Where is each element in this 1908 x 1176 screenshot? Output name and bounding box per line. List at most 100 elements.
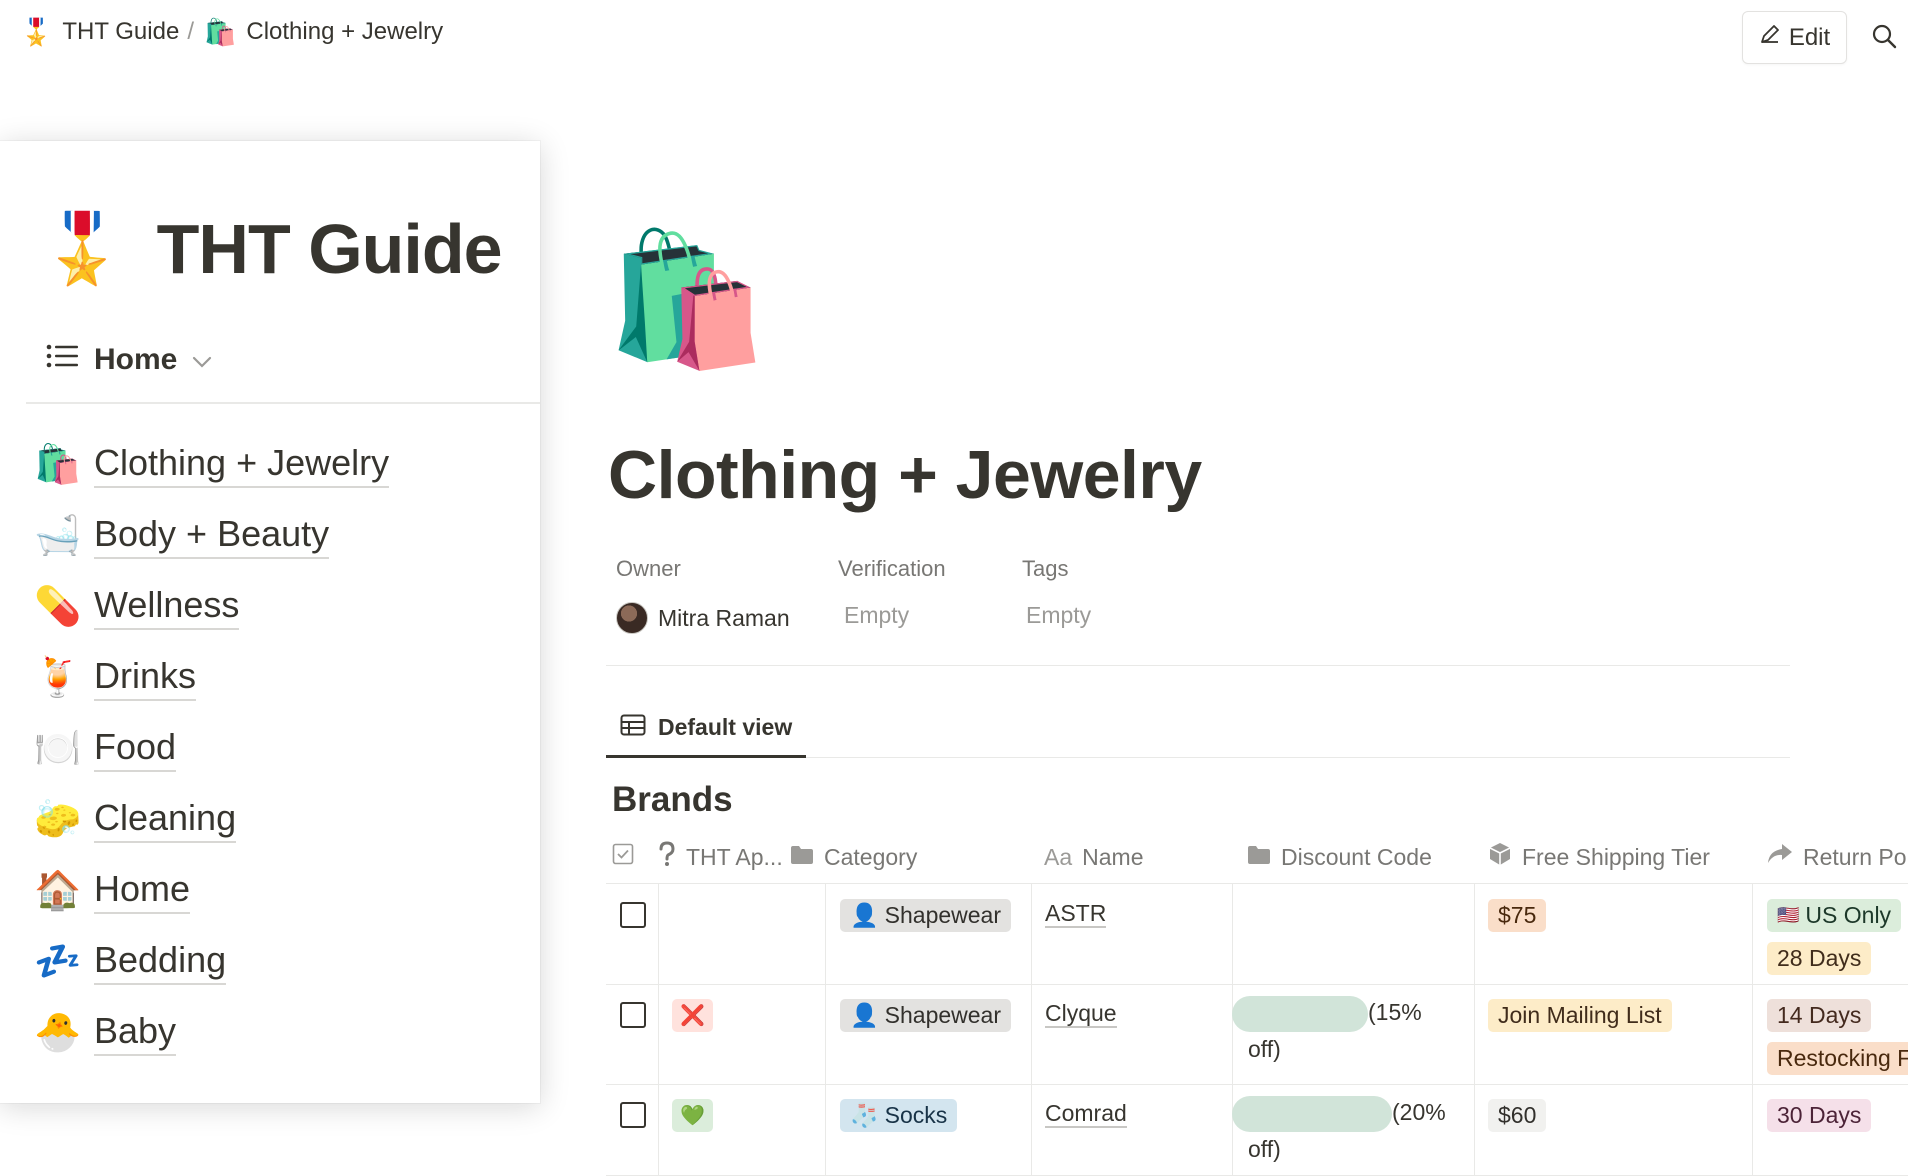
- approval-tag[interactable]: 💚: [672, 1099, 713, 1132]
- return-tag[interactable]: 🇺🇸 US Only: [1767, 899, 1902, 932]
- sidebar-item-label: Food: [94, 726, 177, 772]
- sidebar-item-cleaning[interactable]: 🧽 Cleaning: [34, 784, 389, 855]
- folder-icon: [1247, 844, 1271, 871]
- column-header-discount-code[interactable]: Discount Code: [1247, 830, 1432, 884]
- shipping-tag[interactable]: Join Mailing List: [1488, 999, 1672, 1032]
- sidebar-item-bedding[interactable]: 💤 Bedding: [34, 926, 389, 997]
- sidebar-item-wellness[interactable]: 💊 Wellness: [34, 571, 389, 642]
- category-tag[interactable]: 👤 Shapewear: [840, 899, 1011, 932]
- shipping-tag[interactable]: $75: [1488, 899, 1547, 932]
- category-label: Socks: [884, 1102, 948, 1128]
- page-icon-shopping-bags[interactable]: 🛍️: [606, 234, 768, 364]
- discount-amount: (15%: [1368, 999, 1422, 1025]
- property-value: Empty: [844, 602, 910, 628]
- search-icon: [1871, 23, 1897, 54]
- sidebar-item-label: Home: [94, 868, 191, 914]
- top-bar: 🎖️ THT Guide / 🛍️ Clothing + Jewelry Edi…: [0, 0, 1908, 76]
- sidebar-item-label: Cleaning: [94, 797, 237, 843]
- return-tag[interactable]: Restocking F: [1767, 1042, 1908, 1075]
- column-header-label: Discount Code: [1281, 843, 1432, 870]
- row-checkbox[interactable]: [620, 902, 646, 928]
- sidebar-nav-list: 🛍️ Clothing + Jewelry 🛁 Body + Beauty 💊 …: [34, 429, 390, 1068]
- column-header-free-shipping-tier[interactable]: Free Shipping Tier: [1488, 830, 1710, 884]
- table-row[interactable]: ❌ 👤 Shapewear Clyque (15% off) Join Mail…: [606, 985, 1908, 1085]
- category-tag[interactable]: 👤 Shapewear: [840, 999, 1011, 1032]
- breadcrumb: 🎖️ THT Guide / 🛍️ Clothing + Jewelry: [20, 18, 443, 46]
- page-title[interactable]: Clothing + Jewelry: [608, 436, 1202, 514]
- breadcrumb-separator: /: [187, 18, 194, 45]
- home-nav-dropdown[interactable]: Home: [46, 343, 213, 377]
- search-button[interactable]: [1866, 18, 1902, 58]
- column-header-name[interactable]: Aa Name: [1044, 830, 1144, 884]
- discount-suffix: off): [1248, 1035, 1281, 1062]
- category-tag[interactable]: 🧦 Socks: [840, 1099, 958, 1132]
- column-header-label: Return Po: [1803, 843, 1907, 870]
- medal-icon: 🎖️: [20, 17, 53, 47]
- column-header-category[interactable]: Category: [790, 830, 917, 884]
- edit-button[interactable]: Edit: [1742, 11, 1847, 64]
- return-tag[interactable]: 28 Days: [1767, 942, 1872, 975]
- column-header-checkbox[interactable]: [612, 830, 634, 884]
- row-checkbox[interactable]: [620, 1002, 646, 1028]
- tropical-drink-icon: 🍹: [34, 656, 82, 699]
- sidebar-title[interactable]: 🎖️ THT Guide: [40, 209, 503, 289]
- column-header-label: Free Shipping Tier: [1522, 843, 1710, 870]
- approval-tag[interactable]: ❌: [672, 999, 713, 1032]
- green-heart-icon: 💚: [680, 1105, 705, 1127]
- sidebar-item-body-beauty[interactable]: 🛁 Body + Beauty: [34, 500, 389, 571]
- property-tags[interactable]: Tags Empty: [1022, 556, 1091, 629]
- question-icon: [658, 841, 676, 873]
- red-x-icon: ❌: [680, 1005, 705, 1027]
- breadcrumb-item-clothing-jewelry[interactable]: 🛍️ Clothing + Jewelry: [204, 18, 443, 46]
- table-row[interactable]: 👤 Shapewear ASTR $75 🇺🇸 US Only 28 Days: [606, 884, 1908, 985]
- property-value: Mitra Raman: [616, 602, 790, 634]
- sidebar-item-baby[interactable]: 🐣 Baby: [34, 997, 389, 1068]
- sidebar-item-clothing-jewelry[interactable]: 🛍️ Clothing + Jewelry: [34, 429, 390, 500]
- chevron-down-icon: [191, 343, 213, 377]
- row-checkbox[interactable]: [620, 1102, 646, 1128]
- sidebar-item-label: Body + Beauty: [94, 513, 330, 559]
- property-value: Empty: [1026, 602, 1092, 628]
- category-label: Shapewear: [884, 1002, 1001, 1028]
- sidebar-item-food[interactable]: 🍽️ Food: [34, 713, 389, 784]
- house-icon: 🏠: [34, 869, 82, 912]
- brands-table: THT Ap... Category Aa Name Discount Code…: [606, 830, 1908, 1176]
- redacted-code: [1232, 1095, 1392, 1132]
- brand-name-link[interactable]: Comrad: [1045, 1100, 1127, 1129]
- discount-code[interactable]: (15% off): [1232, 995, 1422, 1066]
- sidebar-item-label: Clothing + Jewelry: [94, 442, 390, 488]
- sidebar-item-drinks[interactable]: 🍹 Drinks: [34, 642, 389, 713]
- sidebar-item-home[interactable]: 🏠 Home: [34, 855, 389, 926]
- tab-default-view[interactable]: Default view: [606, 700, 807, 758]
- person-icon: 👤: [850, 902, 879, 928]
- sidebar-item-label: Bedding: [94, 939, 227, 985]
- bathtub-icon: 🛁: [34, 514, 82, 557]
- table-header: THT Ap... Category Aa Name Discount Code…: [606, 830, 1908, 884]
- database-title[interactable]: Brands: [612, 780, 733, 820]
- redacted-code: [1232, 995, 1368, 1032]
- owner-name: Mitra Raman: [658, 604, 790, 631]
- property-owner[interactable]: Owner Mitra Raman: [616, 556, 790, 634]
- shipping-tag[interactable]: $60: [1488, 1099, 1547, 1132]
- sidebar-divider: [26, 402, 540, 404]
- box-icon: [1488, 842, 1512, 872]
- table-row[interactable]: 💚 🧦 Socks Comrad (20% off) $60 30 Days: [606, 1085, 1908, 1176]
- column-header-approval[interactable]: THT Ap...: [658, 830, 783, 884]
- brand-name-link[interactable]: Clyque: [1045, 1000, 1117, 1029]
- table-icon: [620, 714, 646, 742]
- plate-cutlery-icon: 🍽️: [34, 727, 82, 770]
- column-header-label: Category: [824, 843, 918, 870]
- share-arrow-icon: [1767, 843, 1793, 871]
- return-tag[interactable]: 14 Days: [1767, 999, 1872, 1032]
- breadcrumb-item-tht-guide[interactable]: 🎖️ THT Guide: [20, 18, 179, 46]
- socks-icon: 🧦: [850, 1102, 879, 1128]
- property-verification[interactable]: Verification Empty: [838, 556, 946, 629]
- person-icon: 👤: [850, 1002, 879, 1028]
- shopping-bags-icon: 🛍️: [203, 17, 237, 47]
- discount-code[interactable]: (20% off): [1232, 1095, 1446, 1166]
- sidebar-item-label: Drinks: [94, 655, 197, 701]
- brand-name-link[interactable]: ASTR: [1045, 900, 1107, 929]
- edit-label: Edit: [1788, 23, 1831, 51]
- column-header-return-policy[interactable]: Return Po: [1767, 830, 1907, 884]
- return-tag[interactable]: 30 Days: [1767, 1099, 1872, 1132]
